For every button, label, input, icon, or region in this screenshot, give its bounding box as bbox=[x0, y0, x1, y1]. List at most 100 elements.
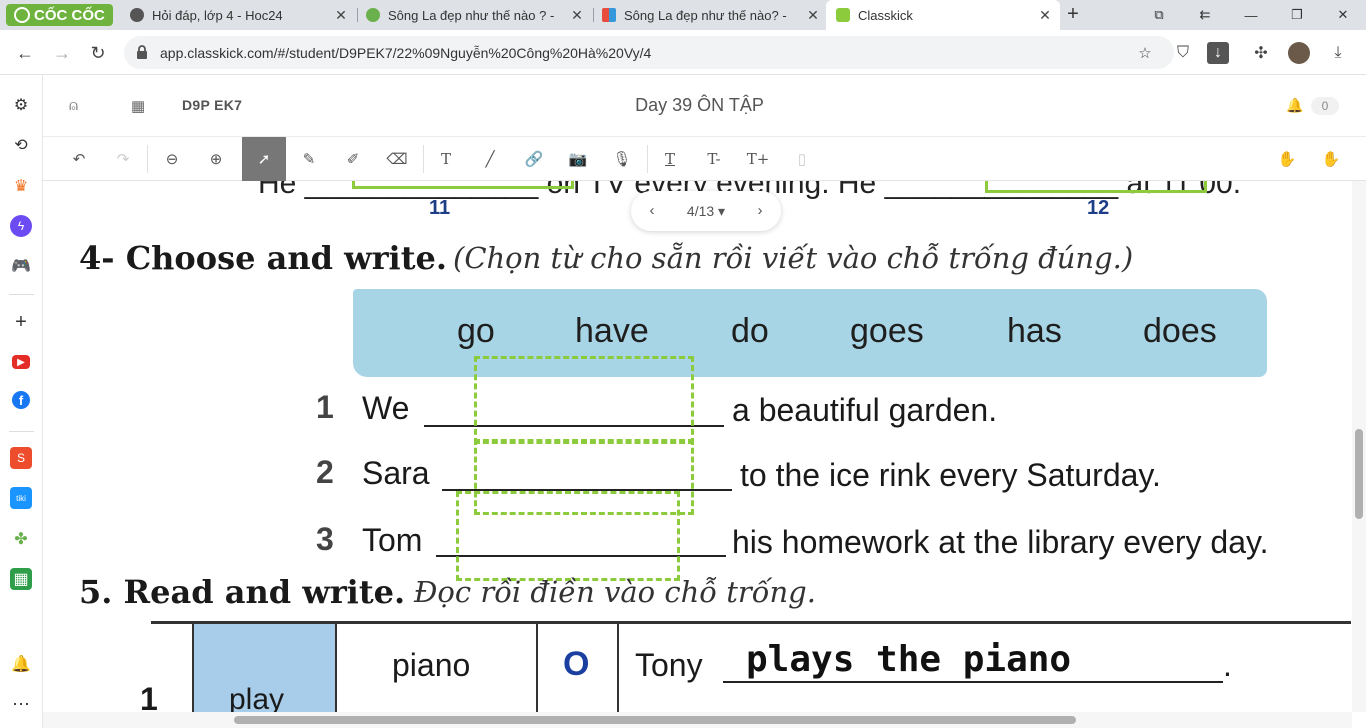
text-larger-icon[interactable]: T+ bbox=[736, 137, 780, 181]
answer-box-11[interactable] bbox=[352, 181, 574, 189]
close-window-icon[interactable]: ✕ bbox=[1320, 0, 1366, 30]
lock-icon[interactable] bbox=[136, 45, 148, 59]
green-leaf-notification-icon[interactable]: ✤ bbox=[10, 528, 32, 550]
extensions-puzzle-icon[interactable]: ✣ bbox=[1250, 42, 1272, 64]
row-number: 1 bbox=[140, 681, 158, 712]
url-text[interactable]: app.classkick.com/#/student/D9PEK7/22%09… bbox=[160, 45, 651, 61]
add-shortcut-icon[interactable]: + bbox=[10, 311, 32, 333]
close-tab-icon[interactable]: ✕ bbox=[1036, 7, 1054, 24]
maximize-icon[interactable]: ❐ bbox=[1274, 0, 1320, 30]
minimize-icon[interactable]: — bbox=[1228, 0, 1274, 30]
undo-icon[interactable]: ↶ bbox=[57, 137, 101, 181]
close-tab-icon[interactable]: ✕ bbox=[332, 7, 350, 24]
verb-text: play bbox=[229, 683, 285, 712]
facebook-icon[interactable]: f bbox=[12, 391, 30, 409]
word-bank-item: do bbox=[731, 312, 769, 350]
tab-song-la-2[interactable]: Sông La đẹp như thế nào? - ✕ bbox=[592, 0, 828, 30]
downloads-icon[interactable]: ⤓ bbox=[1327, 42, 1349, 64]
next-page-icon[interactable]: › bbox=[749, 200, 771, 222]
sidebar-divider bbox=[9, 294, 34, 295]
close-tab-icon[interactable]: ✕ bbox=[804, 7, 822, 24]
blank-line bbox=[723, 681, 1223, 683]
page-number: 4/13 bbox=[686, 203, 715, 219]
shield-icon[interactable]: ⛉ bbox=[1172, 42, 1194, 64]
word-bank-item: have bbox=[575, 312, 649, 350]
hand-raise-disabled-icon[interactable]: ✋ bbox=[1265, 137, 1309, 181]
bookmark-star-icon[interactable]: ☆ bbox=[1136, 44, 1154, 62]
answer-box-1[interactable] bbox=[474, 356, 694, 444]
sticker-icon[interactable]: ▯ bbox=[780, 137, 824, 181]
tiki-icon[interactable]: tiki bbox=[10, 487, 32, 509]
sheets-icon[interactable]: ▦ bbox=[10, 568, 32, 590]
eraser-icon[interactable]: ⌫ bbox=[375, 137, 419, 181]
screenshot-icon[interactable]: ⧉ bbox=[1136, 0, 1182, 30]
page-navigator: ‹ 4/13 ▾ › bbox=[631, 191, 781, 231]
pen-icon[interactable]: ✎ bbox=[287, 137, 331, 181]
reload-icon[interactable]: ↻ bbox=[85, 40, 111, 66]
line-tool-icon[interactable]: ╱ bbox=[468, 137, 512, 181]
item-number: 1 bbox=[316, 389, 334, 425]
coccoc-logo[interactable]: CỐC CỐC bbox=[6, 4, 113, 26]
select-pointer-icon[interactable]: ➚ bbox=[242, 137, 286, 181]
horizontal-scroll-thumb[interactable] bbox=[234, 716, 1076, 724]
text-tool-icon[interactable]: T bbox=[424, 137, 468, 181]
object-text: piano bbox=[392, 647, 471, 683]
zoom-out-icon[interactable]: ⊖ bbox=[150, 137, 194, 181]
tab-title: Sông La đẹp như thế nào? - bbox=[624, 7, 787, 23]
sidebar-notifications-icon[interactable]: 🔔 bbox=[10, 653, 32, 675]
tab-classkick[interactable]: Classkick ✕ bbox=[826, 0, 1060, 30]
horizontal-scrollbar[interactable] bbox=[43, 712, 1352, 728]
shopee-icon[interactable]: S bbox=[10, 447, 32, 469]
tab-hoc24[interactable]: Hỏi đáp, lớp 4 - Hoc24 ✕ bbox=[120, 0, 356, 30]
history-icon[interactable]: ⟲ bbox=[10, 134, 32, 156]
vertical-scrollbar[interactable] bbox=[1352, 181, 1366, 712]
camera-icon[interactable]: 📷 bbox=[556, 137, 600, 181]
more-menu-icon[interactable]: ⋯ bbox=[10, 693, 32, 715]
pan-hand-icon[interactable]: ✋ bbox=[1309, 137, 1353, 181]
subject-text: Tony bbox=[635, 647, 703, 683]
notification-bell-icon[interactable]: 🔔 bbox=[1286, 97, 1303, 114]
word-bank-item: goes bbox=[850, 312, 924, 350]
drawing-toolbar: ↶ ↷ ⊖ ⊕ ➚ ✎ ✐ ⌫ T ╱ 🔗 📷 🎙 T T- T+ ▯ ✋ ✋ bbox=[43, 137, 1366, 181]
section-4-instruction: (Chọn từ cho sẵn rồi viết vào chỗ trống … bbox=[453, 241, 1134, 275]
address-bar[interactable]: app.classkick.com/#/student/D9PEK7/22%09… bbox=[124, 36, 1174, 69]
brand-name: CỐC CỐC bbox=[34, 6, 105, 24]
vietjack-icon bbox=[602, 8, 616, 22]
zoom-in-icon[interactable]: ⊕ bbox=[194, 137, 238, 181]
link-icon[interactable]: 🔗 bbox=[512, 137, 556, 181]
browser-sidebar: ⚙ ⟲ ♛ ϟ 🎮 + ▶ f S tiki ✤ ▦ 🔔 ⋯ bbox=[0, 75, 43, 728]
messenger-icon[interactable]: ϟ bbox=[10, 215, 32, 237]
crown-icon[interactable]: ♛ bbox=[10, 175, 32, 197]
text-smaller-icon[interactable]: T- bbox=[692, 137, 736, 181]
back-icon[interactable]: ← bbox=[12, 40, 38, 66]
save-download-icon[interactable]: ↓ bbox=[1207, 42, 1229, 64]
redo-icon[interactable]: ↷ bbox=[101, 137, 145, 181]
mark-symbol: O bbox=[563, 645, 590, 683]
notification-count[interactable]: 0 bbox=[1311, 97, 1339, 115]
new-tab-button[interactable]: + bbox=[1062, 3, 1084, 25]
profile-avatar[interactable] bbox=[1288, 42, 1310, 64]
globe-icon bbox=[130, 8, 144, 22]
answer-box-3[interactable] bbox=[456, 491, 680, 581]
worksheet-canvas[interactable]: He ______________ on TV every evening. H… bbox=[43, 181, 1352, 712]
settings-gear-icon[interactable]: ⚙ bbox=[10, 94, 32, 116]
highlighter-icon[interactable]: ✐ bbox=[331, 137, 375, 181]
vertical-scroll-thumb[interactable] bbox=[1355, 429, 1363, 519]
previous-page-icon[interactable]: ‹ bbox=[641, 200, 663, 222]
page-indicator[interactable]: 4/13 ▾ bbox=[673, 203, 739, 220]
forward-icon[interactable]: → bbox=[49, 40, 75, 66]
game-controller-icon[interactable]: 🎮 bbox=[10, 255, 32, 277]
item-number: 2 bbox=[316, 454, 334, 490]
close-tab-icon[interactable]: ✕ bbox=[568, 7, 586, 24]
tab-search-icon[interactable]: ⇇ bbox=[1182, 0, 1228, 30]
text-underline-icon[interactable]: T bbox=[648, 137, 692, 181]
section-5-title: 5. Read and write. bbox=[79, 573, 406, 611]
answer-box-12[interactable] bbox=[985, 181, 1207, 193]
youtube-icon[interactable]: ▶ bbox=[12, 355, 30, 369]
green-leaf-icon bbox=[366, 8, 380, 22]
microphone-icon[interactable]: 🎙 bbox=[600, 137, 644, 181]
tab-song-la-1[interactable]: Sông La đẹp như thế nào ? - ✕ bbox=[356, 0, 592, 30]
blank-number-11: 11 bbox=[429, 197, 451, 219]
handwritten-answer: plays the piano bbox=[746, 639, 1072, 680]
section-5-instruction: Đọc rồi điền vào chỗ trống. bbox=[414, 575, 816, 609]
